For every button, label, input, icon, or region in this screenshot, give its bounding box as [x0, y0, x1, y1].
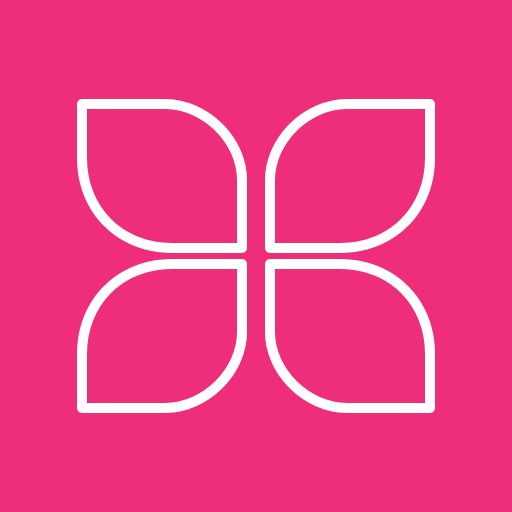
flower-logo-icon	[0, 0, 512, 512]
app-icon	[0, 0, 512, 512]
icon-background	[0, 0, 512, 512]
